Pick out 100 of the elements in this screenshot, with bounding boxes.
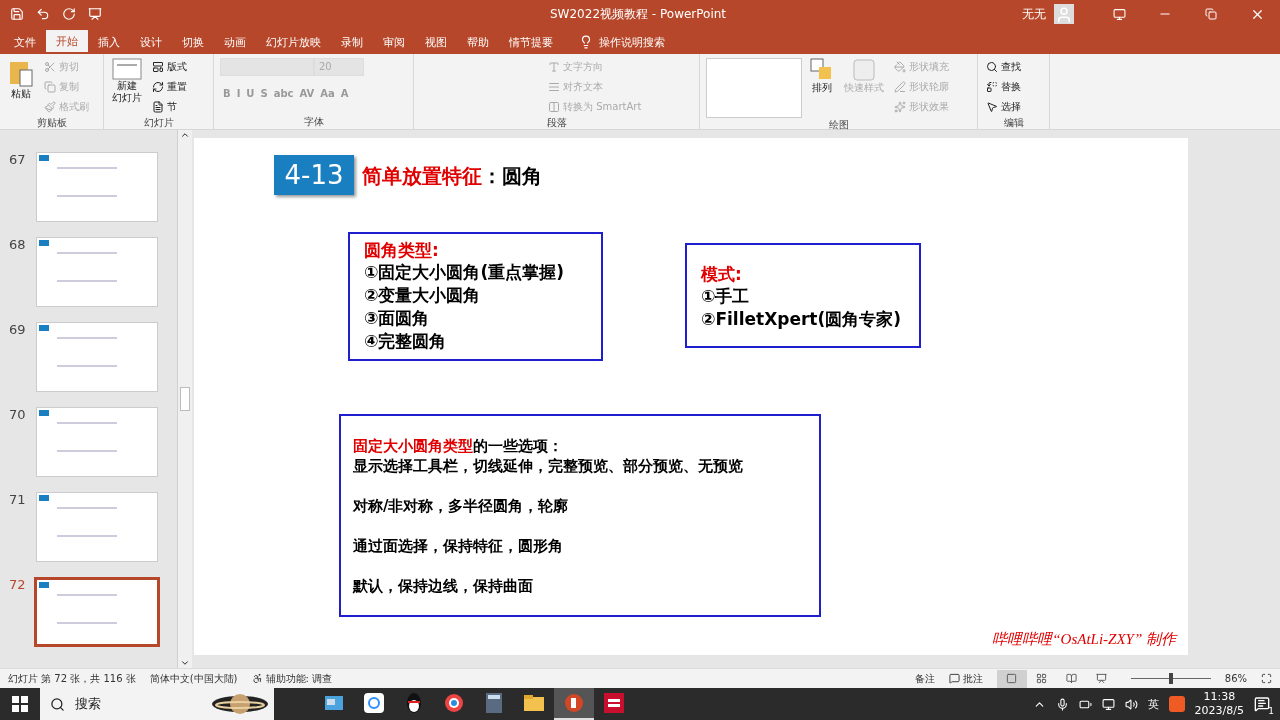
undo-icon[interactable] [36,7,50,21]
ribbon-tab[interactable]: 帮助 [457,30,499,54]
slide-counter: 幻灯片 第 72 张，共 116 张 [8,671,136,686]
box-heading: 模式: [701,263,743,285]
slide-icon [112,58,142,80]
group-label: 剪贴板 [36,116,67,130]
arrange-button[interactable]: 排列 [808,58,836,118]
list-item: ①手工 [701,285,751,308]
ribbon-button[interactable]: 查找 [984,58,1023,76]
comment-icon [948,673,960,684]
layout-icon [152,61,164,73]
box-heading: 圆角类型: [364,239,440,261]
view-button[interactable] [996,669,1027,688]
replace-icon [986,81,998,93]
lightbulb-icon [579,35,593,49]
browser-icon [444,693,464,713]
volume-icon[interactable] [1124,697,1138,711]
scrollbar[interactable] [178,130,192,668]
scroll-down-icon[interactable] [180,658,190,668]
reading-view-icon [1066,673,1078,684]
scroll-up-icon[interactable] [180,130,190,140]
redo-icon[interactable] [62,7,76,21]
cloud-icon [363,692,385,714]
fit-icon[interactable] [1261,673,1272,684]
ribbon-button[interactable]: 版式 [150,58,189,76]
ribbon-button[interactable]: 节 [150,98,189,116]
window-title: SW2022视频教程 - PowerPoint [550,5,728,23]
ribbon-tab[interactable]: 插入 [88,30,130,54]
clock[interactable]: 11:38 2023/8/5 [1194,690,1244,718]
list-item: ②FilletXpert(圆角专家) [701,308,902,331]
slide-title: 简单放置特征：圆角 [362,163,542,190]
slide-number: 69 [8,322,27,337]
windows-logo-icon [12,696,28,712]
paste-button[interactable]: 粘贴 [6,58,36,116]
ribbon-button[interactable]: 替换 [984,78,1023,96]
folder-icon [524,695,544,711]
outline-icon [894,81,906,93]
ribbon-tab[interactable]: 设计 [130,30,172,54]
input-app-icon[interactable] [1168,696,1185,712]
slide-number: 71 [8,492,27,507]
person-icon [1055,6,1073,24]
search-icon [50,696,65,712]
arrange-icon [810,58,834,82]
ribbon-tab[interactable]: 情节提要 [499,30,563,54]
new-slide-button[interactable]: 新建 幻灯片 [110,58,144,116]
zoom-level[interactable]: 86% [1224,673,1247,684]
ribbon-tab[interactable]: 开始 [46,30,88,54]
slide-number: 68 [8,237,27,252]
styles-icon [852,58,876,82]
notes-button[interactable]: 备注 [914,671,935,686]
restore-icon [1205,8,1217,20]
section-icon [152,101,164,113]
list-item: 通过面选择，保持特征，圆形角 [353,536,564,556]
ribbon-tab[interactable]: 切换 [172,30,214,54]
show-view-icon [1096,673,1108,684]
group-label: 编辑 [1003,116,1024,130]
user-name: 无无 [1022,5,1046,23]
accessibility-status[interactable]: 辅助功能: 调查 [251,671,333,686]
language[interactable]: 简体中文(中国大陆) [149,671,238,686]
comments-button[interactable]: 批注 [948,671,983,686]
slideshow-icon[interactable] [88,7,102,21]
ribbon-tab[interactable]: 动画 [214,30,256,54]
slide-number: 67 [8,152,27,167]
slide-thumbnail[interactable] [34,577,160,647]
find-icon [986,61,998,73]
ribbon-button[interactable]: 选择 [984,98,1023,116]
taskbar-search[interactable]: 搜索 [40,688,274,720]
notifications-icon[interactable] [1254,696,1270,712]
list-item: ③面圆角 [364,307,431,330]
list-item: 显示选择工具栏，切线延伸，完整预览、部分预览、无预览 [353,456,744,476]
scroll-thumb[interactable] [180,387,190,411]
calculator-icon [486,693,502,713]
sorter-view-icon [1036,673,1048,684]
presentation-app-icon [564,693,584,713]
slide-number: 70 [8,407,27,422]
normal-view-icon [1006,673,1018,684]
ribbon-tab[interactable]: 幻灯片放映 [256,30,331,54]
notification-count: 1 [1268,706,1274,716]
taskbar-app[interactable] [554,688,594,720]
microphone-icon[interactable] [1055,697,1069,711]
select-icon [986,101,998,113]
group-label: 幻灯片 [143,116,174,130]
ribbon-tab[interactable]: 视图 [415,30,457,54]
save-icon[interactable] [10,7,24,21]
search-placeholder: 搜索 [75,695,101,713]
input-method[interactable]: 英 [1147,696,1159,712]
smartart-icon [548,101,560,113]
group-label: 绘图 [828,118,849,132]
ribbon-tab[interactable]: 审阅 [373,30,415,54]
list-item: ④完整圆角 [364,330,448,353]
list-item: ②变量大小圆角 [364,284,482,307]
tell-me-search[interactable]: 操作说明搜索 [573,30,671,54]
penguin-icon [405,692,423,714]
slide-number: 72 [8,577,27,592]
ribbon-tab[interactable]: 文件 [4,30,46,54]
accessibility-icon [251,673,263,684]
app-icon [604,693,624,713]
ribbon-tab[interactable]: 录制 [331,30,373,54]
section-number: 4-13 [274,155,354,195]
ribbon-button[interactable]: 重置 [150,78,189,96]
